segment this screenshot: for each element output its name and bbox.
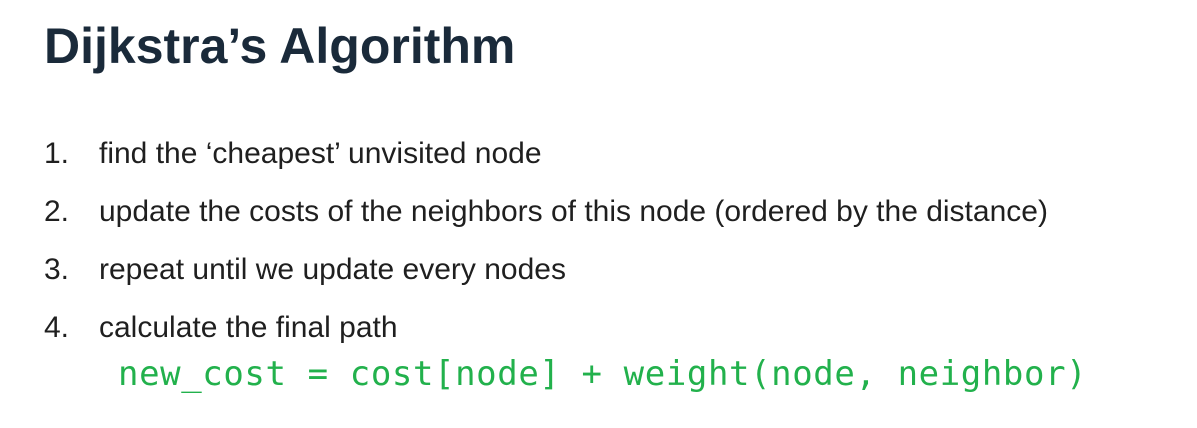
step-number: 4. — [44, 311, 70, 344]
step-number: 2. — [44, 195, 70, 228]
step-text: update the costs of the neighbors of thi… — [99, 195, 1048, 228]
step-number: 3. — [44, 253, 70, 286]
step-number: 1. — [44, 137, 70, 170]
slide-title: Dijkstra’s Algorithm — [44, 18, 516, 74]
steps-list: 1. find the ‘cheapest’ unvisited node 2.… — [44, 132, 1048, 364]
list-item: 2. update the costs of the neighbors of … — [44, 190, 1048, 248]
step-text: find the ‘cheapest’ unvisited node — [99, 137, 542, 170]
step-text: calculate the final path — [99, 311, 398, 344]
step-text: repeat until we update every nodes — [99, 253, 566, 286]
slide: Dijkstra’s Algorithm 1. find the ‘cheape… — [0, 0, 1197, 428]
list-item: 1. find the ‘cheapest’ unvisited node — [44, 132, 1048, 190]
cost-formula: new_cost = cost[node] + weight(node, nei… — [118, 354, 1088, 394]
list-item: 3. repeat until we update every nodes — [44, 248, 1048, 306]
